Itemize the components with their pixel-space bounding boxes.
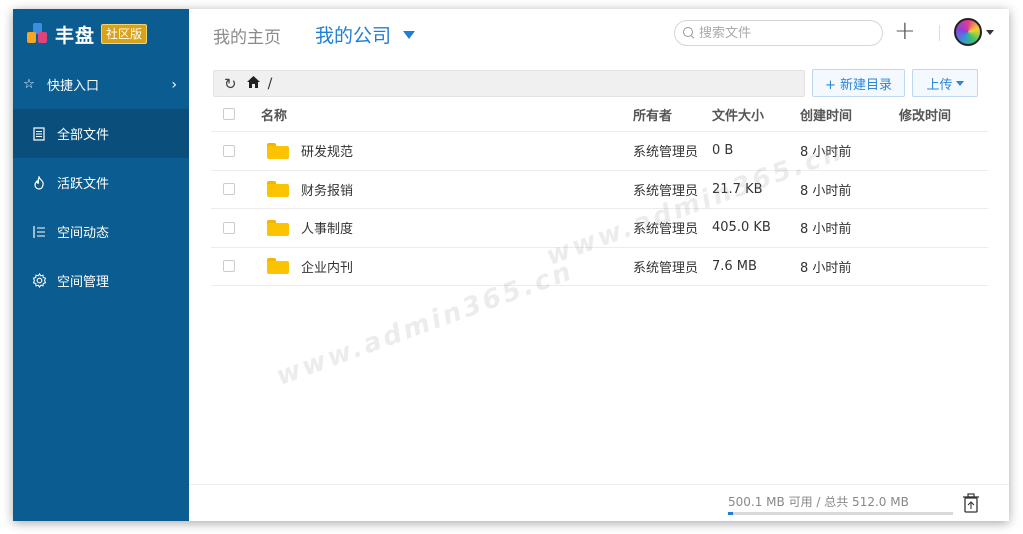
tab-my-company[interactable]: 我的公司 <box>315 21 416 48</box>
file-size: 7.6 MB <box>712 258 757 274</box>
file-table: 名称 所有者 文件大小 创建时间 修改时间 研发规范 系统管理员 0 B 8 小… <box>211 97 988 286</box>
storage-quota-text: 500.1 MB 可用 / 总共 512.0 MB <box>728 495 909 509</box>
trash-icon[interactable] <box>963 493 979 513</box>
sidebar-item-space-activity[interactable]: 空间动态 <box>13 207 189 256</box>
row-checkbox[interactable] <box>223 260 235 273</box>
file-owner: 系统管理员 <box>633 183 699 199</box>
sidebar-item-label: 快捷入口 <box>47 79 100 94</box>
sidebar-item-label: 空间动态 <box>57 226 110 241</box>
table-header: 名称 所有者 文件大小 创建时间 修改时间 <box>211 97 988 132</box>
breadcrumb-root[interactable]: / <box>268 76 273 92</box>
logo[interactable]: 丰盘 社区版 <box>27 19 148 49</box>
sidebar-item-all-files[interactable]: 全部文件 <box>13 109 189 158</box>
search-icon <box>683 27 695 39</box>
file-created: 8 小时前 <box>800 222 852 238</box>
sidebar-item-space-settings[interactable]: 空间管理 <box>13 256 189 305</box>
refresh-icon[interactable]: ↻ <box>224 75 237 93</box>
column-created[interactable]: 创建时间 <box>800 97 852 131</box>
file-size: 405.0 KB <box>712 220 771 236</box>
top-bar: 我的主页 我的公司 + <box>189 9 1009 59</box>
home-icon[interactable] <box>246 75 260 92</box>
search-input[interactable] <box>699 25 869 41</box>
file-name[interactable]: 人事制度 <box>301 218 353 237</box>
file-owner: 系统管理员 <box>633 260 699 276</box>
row-checkbox[interactable] <box>223 183 235 196</box>
avatar[interactable] <box>954 18 982 46</box>
logo-icon <box>27 23 49 45</box>
table-row[interactable]: 人事制度 系统管理员 405.0 KB 8 小时前 <box>211 209 988 248</box>
select-all-checkbox[interactable] <box>223 108 235 120</box>
document-icon <box>31 126 47 142</box>
sidebar-item-shortcuts[interactable]: ☆ 快捷入口 › <box>13 60 189 109</box>
brand-name: 丰盘 <box>55 24 96 47</box>
app-window: 丰盘 社区版 ☆ 快捷入口 › 全部文件 活跃文件 空间动态 空间管理 我的主页… <box>13 9 1009 521</box>
column-modified[interactable]: 修改时间 <box>899 97 951 131</box>
file-owner: 系统管理员 <box>633 222 699 238</box>
file-size: 21.7 KB <box>712 181 763 197</box>
status-bar: 500.1 MB 可用 / 总共 512.0 MB <box>189 484 1009 521</box>
breadcrumb: ↻ / <box>213 70 805 97</box>
file-created: 8 小时前 <box>800 260 852 276</box>
file-created: 8 小时前 <box>800 183 852 199</box>
storage-quota-fill <box>728 512 734 515</box>
flame-icon <box>31 175 47 191</box>
column-size[interactable]: 文件大小 <box>712 97 764 131</box>
file-size: 0 B <box>712 143 734 159</box>
edition-badge: 社区版 <box>101 24 148 44</box>
file-owner: 系统管理员 <box>633 145 699 161</box>
row-checkbox[interactable] <box>223 221 235 234</box>
caret-down-icon[interactable] <box>986 30 994 35</box>
search-box[interactable] <box>674 20 883 46</box>
upload-button-label: 上传 <box>926 77 953 93</box>
table-row[interactable]: 研发规范 系统管理员 0 B 8 小时前 <box>211 132 988 171</box>
star-icon: ☆ <box>23 77 35 92</box>
table-row[interactable]: 企业内刊 系统管理员 7.6 MB 8 小时前 <box>211 248 988 286</box>
add-button[interactable]: + <box>894 18 916 44</box>
sidebar-item-label: 全部文件 <box>57 128 110 143</box>
row-checkbox[interactable] <box>223 144 235 157</box>
column-name[interactable]: 名称 <box>261 97 287 131</box>
sidebar-item-label: 空间管理 <box>57 275 110 290</box>
sidebar-item-label: 活跃文件 <box>57 177 110 192</box>
folder-icon <box>267 258 289 275</box>
sidebar: 丰盘 社区版 ☆ 快捷入口 › 全部文件 活跃文件 空间动态 空间管理 <box>13 9 189 521</box>
new-folder-button[interactable]: + 新建目录 <box>812 69 905 97</box>
table-row[interactable]: 财务报销 系统管理员 21.7 KB 8 小时前 <box>211 171 988 209</box>
gear-icon <box>31 273 47 289</box>
caret-down-icon <box>955 80 964 86</box>
file-name[interactable]: 研发规范 <box>301 141 353 160</box>
chevron-right-icon: › <box>171 76 177 93</box>
file-name[interactable]: 企业内刊 <box>301 257 353 276</box>
file-name[interactable]: 财务报销 <box>301 180 353 199</box>
tab-my-home[interactable]: 我的主页 <box>213 23 281 48</box>
upload-button[interactable]: 上传 <box>912 69 978 97</box>
caret-down-icon[interactable] <box>403 30 416 39</box>
tab-my-company-label: 我的公司 <box>315 25 392 47</box>
folder-icon <box>267 181 289 198</box>
folder-icon <box>267 142 289 159</box>
sidebar-item-active-files[interactable]: 活跃文件 <box>13 158 189 207</box>
folder-icon <box>267 219 289 236</box>
column-owner[interactable]: 所有者 <box>633 97 672 131</box>
activity-list-icon <box>31 224 47 240</box>
divider <box>939 25 940 41</box>
file-created: 8 小时前 <box>800 145 852 161</box>
storage-quota-bar <box>728 512 953 515</box>
